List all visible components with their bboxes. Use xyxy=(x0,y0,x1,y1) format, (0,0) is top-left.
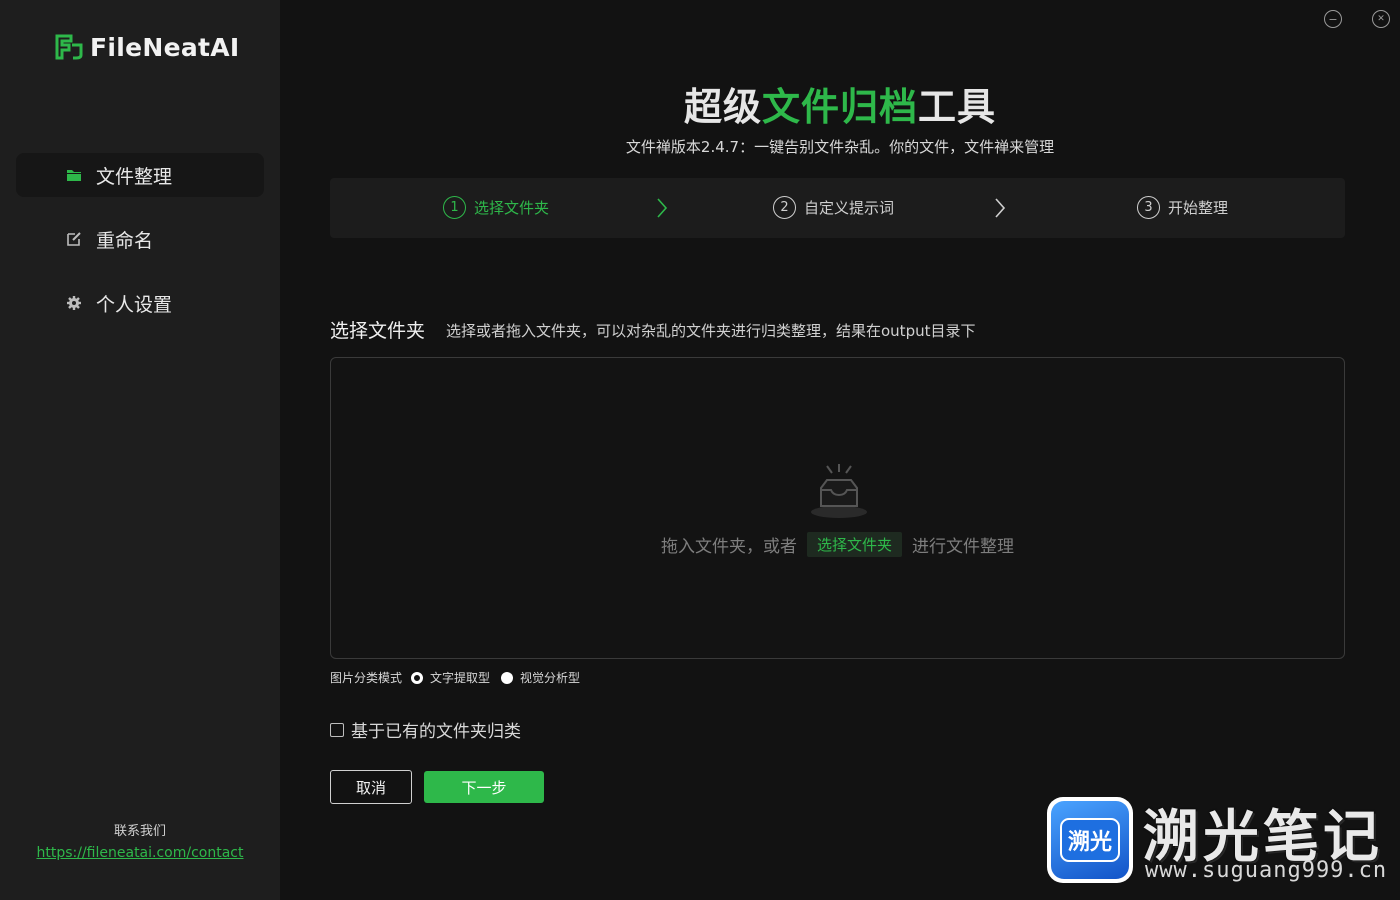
chevron-right-icon xyxy=(995,198,1006,218)
select-folder-button[interactable]: 选择文件夹 xyxy=(806,532,902,557)
watermark-logo: 溯光 xyxy=(1047,797,1133,883)
step-label: 选择文件夹 xyxy=(474,199,550,217)
existing-folder-checkbox[interactable] xyxy=(330,722,344,737)
step-label: 开始整理 xyxy=(1168,199,1229,217)
existing-folder-label: 基于已有的文件夹归类 xyxy=(351,722,521,742)
cancel-button[interactable]: 取消 xyxy=(330,770,412,804)
watermark-url: www.suguang999.cn xyxy=(1145,858,1388,883)
sidebar-item-label: 个人设置 xyxy=(96,293,173,316)
sidebar-item-rename[interactable]: 重命名 xyxy=(16,217,264,261)
radio-text-extract[interactable] xyxy=(411,671,424,684)
section-title: 选择文件夹 xyxy=(330,320,426,342)
watermark-badge-text: 溯光 xyxy=(1059,818,1120,862)
minimize-icon: − xyxy=(1328,12,1338,26)
existing-folder-option: 基于已有的文件夹归类 xyxy=(330,717,521,742)
dropzone-text-before: 拖入文件夹，或者 xyxy=(660,537,797,557)
page-subtitle: 文件禅版本2.4.7：一键告别文件杂乱。你的文件，文件禅来管理 xyxy=(625,138,1055,156)
dropzone-text-after: 进行文件整理 xyxy=(912,537,1014,557)
contact-section: 联系我们 https://fileneatai.com/contact xyxy=(0,820,280,861)
step-number: 3 xyxy=(1137,196,1160,219)
sidebar: FileNeatAI 文件整理 重命名 个人设置 联系我们 https://fi… xyxy=(0,0,280,900)
step-custom-prompt: 2 自定义提示词 xyxy=(773,196,894,219)
radio-text-extract-label: 文字提取型 xyxy=(430,671,491,685)
sidebar-item-label: 重命名 xyxy=(96,229,154,252)
minimize-button[interactable]: − xyxy=(1324,10,1342,28)
dropzone-text: 拖入文件夹，或者 选择文件夹 进行文件整理 xyxy=(331,532,1344,557)
radio-visual-analysis-label: 视觉分析型 xyxy=(520,671,581,685)
title-part-2: 工具 xyxy=(918,85,997,129)
close-button[interactable]: ✕ xyxy=(1372,10,1390,28)
title-part-1: 超级 xyxy=(683,85,762,129)
step-number: 1 xyxy=(443,196,466,219)
image-mode-label: 图片分类模式 xyxy=(330,671,403,685)
close-icon: ✕ xyxy=(1377,13,1385,24)
radio-visual-analysis[interactable] xyxy=(501,671,514,684)
step-number: 2 xyxy=(773,196,796,219)
sidebar-item-settings[interactable]: 个人设置 xyxy=(16,281,264,325)
folder-icon xyxy=(67,170,81,181)
page-title: 超级文件归档工具 xyxy=(280,76,1400,131)
step-select-folder: 1 选择文件夹 xyxy=(443,196,549,219)
step-indicator: 1 选择文件夹 2 自定义提示词 3 开始整理 xyxy=(330,178,1345,238)
step-label: 自定义提示词 xyxy=(804,199,895,217)
next-button[interactable]: 下一步 xyxy=(424,771,544,803)
app-logo: FileNeatAI xyxy=(54,32,240,62)
folder-dropzone[interactable]: 拖入文件夹，或者 选择文件夹 进行文件整理 xyxy=(330,357,1345,659)
logo-icon xyxy=(55,34,83,60)
image-mode-row: 图片分类模式 文字提取型 视觉分析型 xyxy=(330,669,580,686)
contact-title: 联系我们 xyxy=(113,824,166,839)
contact-link[interactable]: https://fileneatai.com/contact xyxy=(0,845,280,861)
sidebar-item-label: 文件整理 xyxy=(96,165,173,188)
inbox-icon xyxy=(811,464,867,518)
chevron-right-icon xyxy=(657,198,668,218)
sidebar-item-file-organize[interactable]: 文件整理 xyxy=(16,153,264,197)
step-start-organize: 3 开始整理 xyxy=(1137,196,1228,219)
section-description: 选择或者拖入文件夹，可以对杂乱的文件夹进行归类整理，结果在output目录下 xyxy=(446,322,976,340)
edit-icon xyxy=(67,232,81,246)
gear-icon xyxy=(67,296,81,310)
logo-text: FileNeatAI xyxy=(90,32,240,62)
title-highlight: 文件归档 xyxy=(761,85,918,129)
